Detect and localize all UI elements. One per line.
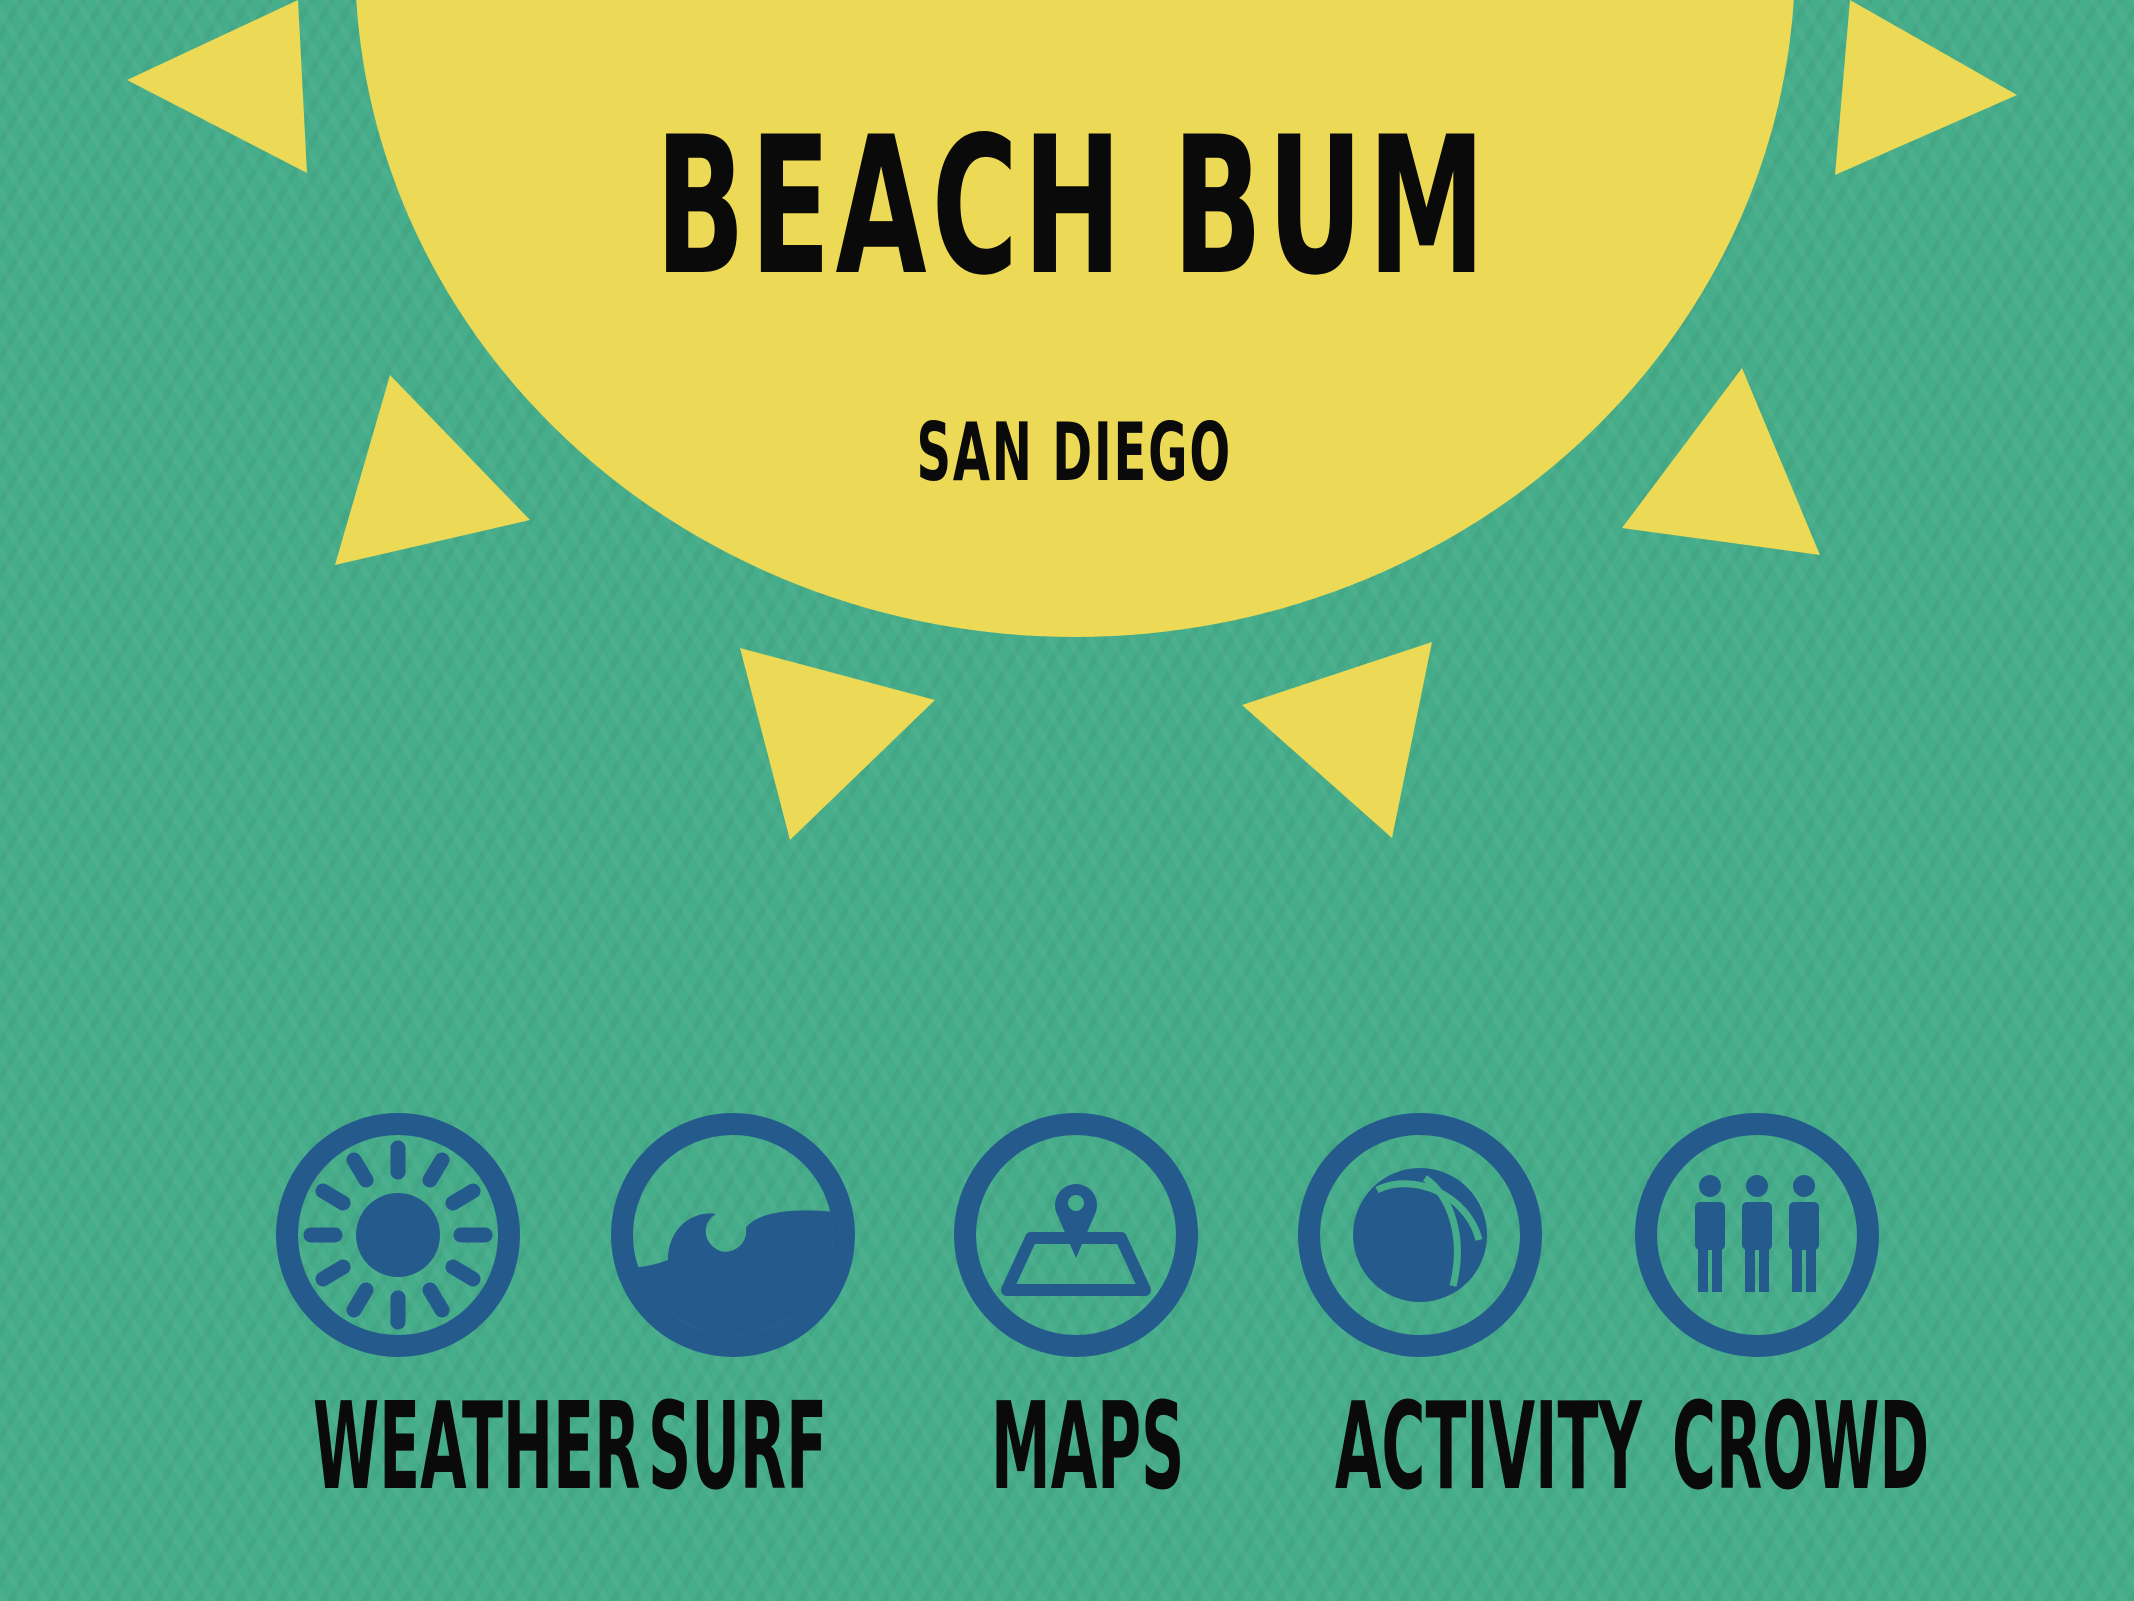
- nav-activity-button[interactable]: ACTIVITY: [1250, 1110, 1642, 1517]
- nav-surf-label: SURF: [648, 1378, 828, 1517]
- nav-crowd-button[interactable]: CROWD: [1587, 1110, 1929, 1517]
- wave-icon: [611, 1113, 855, 1357]
- sun-icon: [276, 1113, 520, 1357]
- app-title: BEACH BUM: [655, 96, 1491, 317]
- nav-activity-label: ACTIVITY: [1335, 1378, 1642, 1517]
- nav-weather-button[interactable]: WEATHER: [228, 1110, 640, 1517]
- app-subtitle: SAN DIEGO: [916, 406, 1232, 499]
- nav-maps-label: MAPS: [991, 1378, 1185, 1517]
- sun-ray: [1242, 642, 1432, 838]
- sun-ray: [740, 648, 935, 840]
- map-pin-icon: [954, 1113, 1198, 1357]
- beach-ball-icon: [1298, 1113, 1542, 1357]
- people-icon: [1635, 1113, 1879, 1357]
- sun-ray: [127, 0, 307, 173]
- nav-surf-button[interactable]: SURF: [563, 1110, 903, 1517]
- nav-crowd-label: CROWD: [1672, 1378, 1930, 1517]
- nav-weather-label: WEATHER: [313, 1378, 641, 1517]
- nav-maps-button[interactable]: MAPS: [906, 1110, 1246, 1517]
- sun-ray: [1835, 0, 2017, 175]
